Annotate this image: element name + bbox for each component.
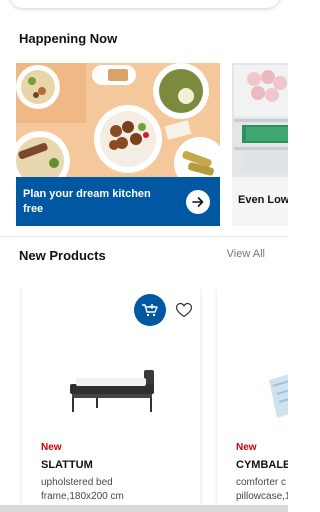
happening-now-heading: Happening Now bbox=[19, 31, 118, 46]
view-all-link[interactable]: View All bbox=[227, 248, 265, 260]
promo-card-kitchen[interactable]: Plan your dream kitchen free bbox=[16, 63, 220, 226]
promo-card-label-second: Even Low bbox=[238, 194, 288, 206]
new-badge: New bbox=[236, 442, 257, 453]
heart-icon[interactable] bbox=[174, 300, 194, 320]
bedding-image bbox=[269, 374, 288, 418]
arrow-right-icon[interactable] bbox=[186, 190, 210, 214]
product-description: upholstered bed frame,180x200 cm bbox=[41, 477, 124, 502]
product-card-cymbalb[interactable]: New CYMBALB comforter c pillowcase,1 bbox=[217, 288, 288, 512]
new-products-heading: New Products bbox=[19, 248, 106, 263]
product-name: CYMBALB bbox=[236, 459, 288, 471]
promo-banner-second: Even Low bbox=[232, 177, 288, 226]
search-bar[interactable] bbox=[10, 0, 280, 8]
promo-banner: Plan your dream kitchen free bbox=[16, 177, 220, 226]
bottom-navigation-edge bbox=[0, 505, 288, 512]
happening-carousel[interactable]: Plan your dream kitchen free Even Low bbox=[16, 63, 288, 226]
product-description: comforter c pillowcase,1 bbox=[236, 477, 288, 502]
promo-image-freezer bbox=[232, 63, 288, 177]
new-badge: New bbox=[41, 442, 62, 453]
promo-card-label: Plan your dream kitchen free bbox=[23, 188, 151, 215]
new-products-carousel[interactable]: New SLATTUM upholstered bed frame,180x20… bbox=[0, 288, 288, 512]
promo-image-food bbox=[16, 63, 220, 177]
add-to-cart-icon[interactable] bbox=[134, 294, 166, 326]
product-name: SLATTUM bbox=[41, 459, 93, 471]
promo-card-second[interactable]: Even Low bbox=[232, 63, 288, 226]
bed-frame-image bbox=[70, 370, 154, 412]
section-divider bbox=[0, 236, 288, 237]
product-card-slattum[interactable]: New SLATTUM upholstered bed frame,180x20… bbox=[22, 288, 200, 512]
